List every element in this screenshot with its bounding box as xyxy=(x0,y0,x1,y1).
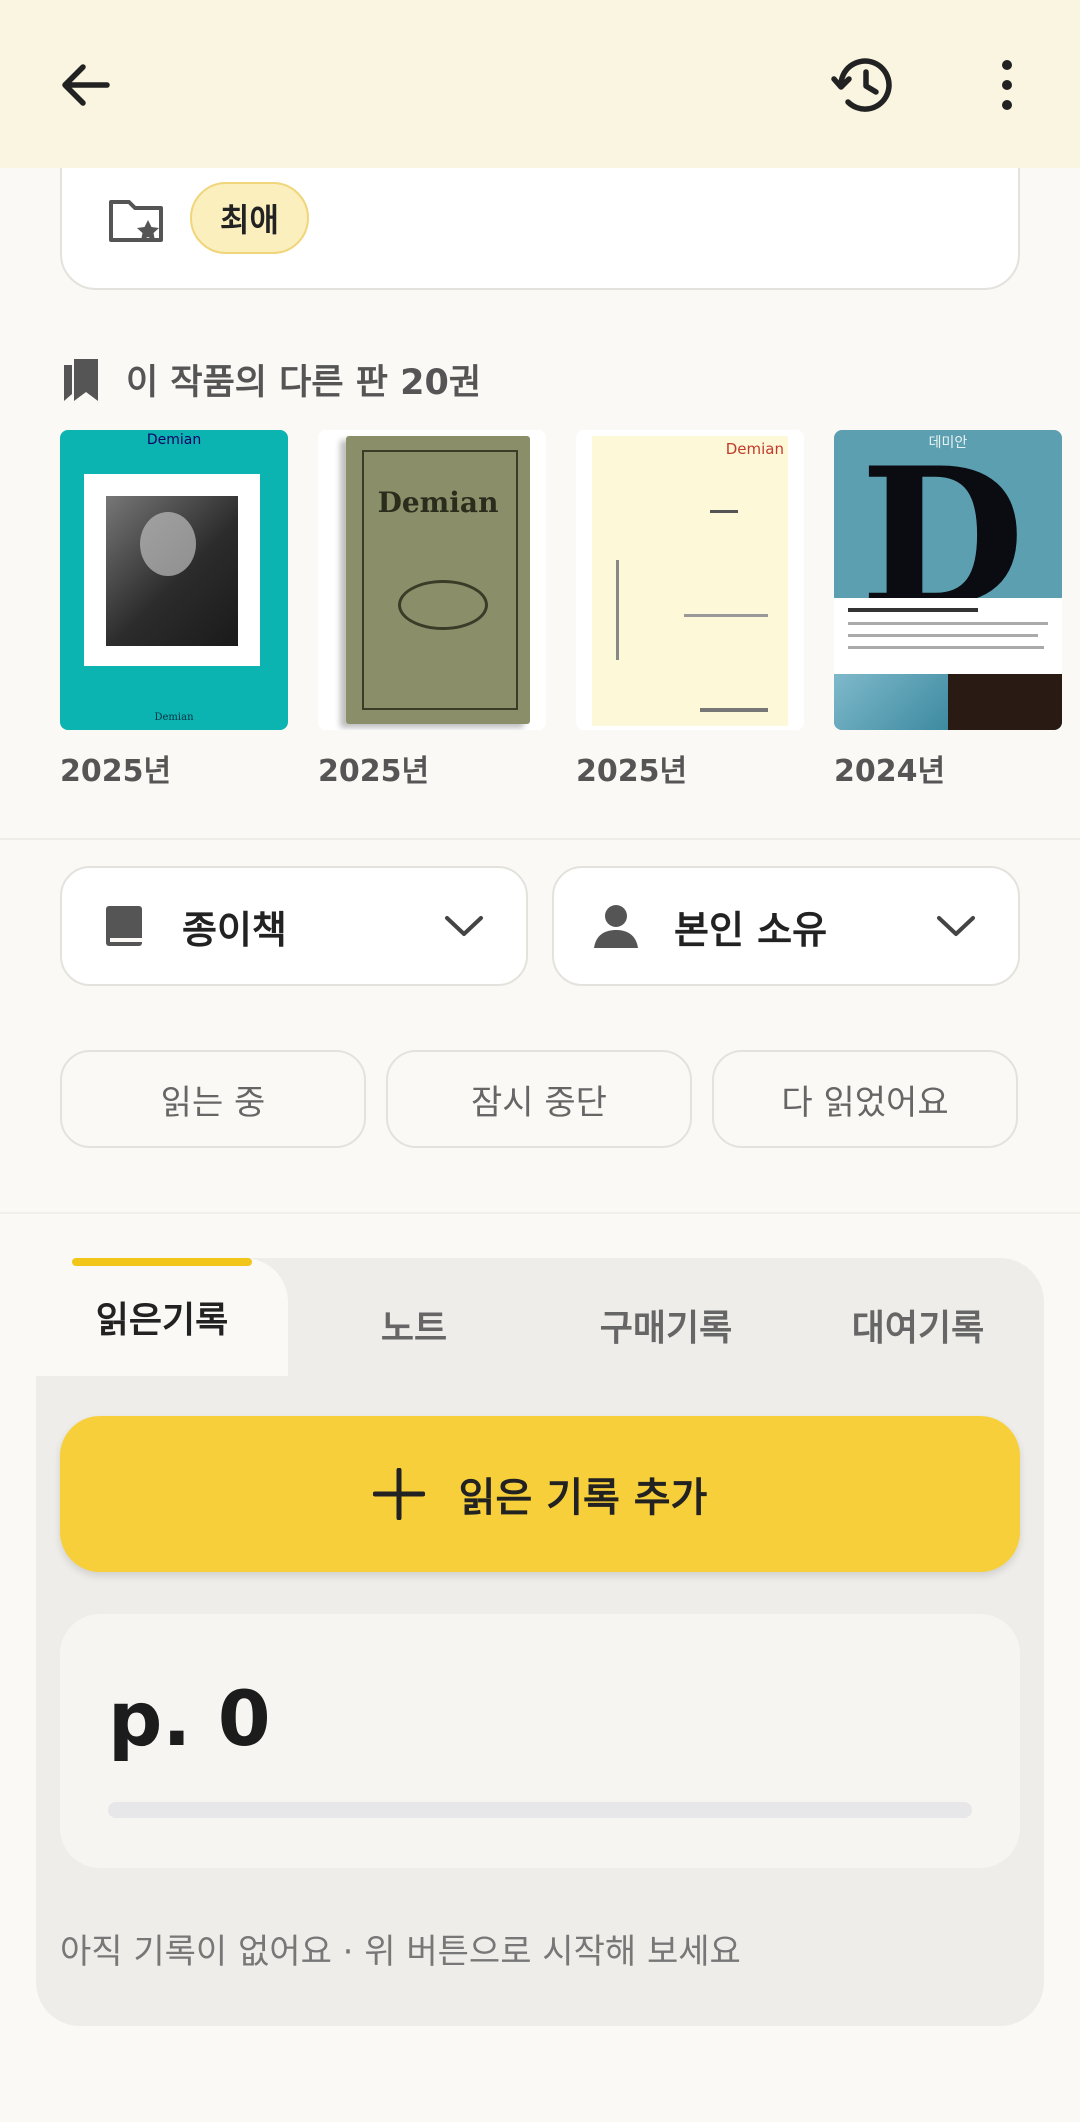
edition-year: 2025년 xyxy=(60,754,172,789)
section-divider xyxy=(0,1212,1080,1214)
back-button[interactable] xyxy=(40,40,130,130)
edition-item[interactable]: Demian 2025년 xyxy=(318,430,546,790)
plus-icon xyxy=(372,1468,425,1520)
editions-header: 이 작품의 다른 판 20권 xyxy=(62,354,481,405)
edition-cover-title: Demian xyxy=(146,432,202,448)
add-reading-record-label: 읽은 기록 추가 xyxy=(458,1475,708,1521)
folder-star-icon[interactable] xyxy=(108,194,164,244)
more-vertical-icon xyxy=(1002,60,1012,110)
tab-label: 읽은기록 xyxy=(95,1300,229,1341)
edition-item[interactable]: Demian 2025년 xyxy=(576,430,804,790)
status-paused-button[interactable]: 잠시 중단 xyxy=(386,1050,692,1148)
ownership-select[interactable]: 본인 소유 xyxy=(552,866,1020,986)
status-reading-button[interactable]: 읽는 중 xyxy=(60,1050,366,1148)
tab-notes[interactable]: 노트 xyxy=(288,1266,540,1384)
progress-bar xyxy=(108,1802,972,1818)
favorite-shelf-chip[interactable]: 최애 xyxy=(190,182,309,254)
edition-cover: Demian Demian xyxy=(60,430,288,730)
chevron-down-icon xyxy=(445,916,483,936)
bookmarks-icon xyxy=(64,358,98,401)
book-icon xyxy=(106,906,142,946)
editions-list: Demian Demian 2025년 Demian 2025년 Demian xyxy=(60,430,1080,790)
edition-item[interactable]: 데미안 D 2024년 xyxy=(834,430,1062,790)
edition-year: 2024년 xyxy=(834,754,946,789)
ownership-value: 본인 소유 xyxy=(674,907,828,952)
section-divider xyxy=(0,838,1080,840)
format-value: 종이책 xyxy=(182,907,287,952)
tab-purchase-records[interactable]: 구매기록 xyxy=(540,1266,792,1384)
edition-cover: 데미안 D xyxy=(834,430,1062,730)
more-button[interactable] xyxy=(962,40,1052,130)
edition-cover-title: Demian xyxy=(725,440,784,458)
chevron-down-icon xyxy=(937,916,975,936)
edition-cover: Demian xyxy=(318,430,546,730)
book-detail-screen: 최애 이 작품의 다른 판 20권 Demian Demian 2025년 De… xyxy=(0,0,1080,2122)
empty-state-message: 아직 기록이 없어요 · 위 버튼으로 시작해 보세요 xyxy=(60,1932,741,1972)
records-tabs: 읽은기록 노트 구매기록 대여기록 xyxy=(36,1258,1044,1376)
person-icon xyxy=(594,905,638,948)
page-progress-card: p. 0 xyxy=(60,1614,1020,1868)
history-button[interactable] xyxy=(818,40,908,130)
edition-item[interactable]: Demian Demian 2025년 xyxy=(60,430,288,790)
editions-title: 이 작품의 다른 판 20권 xyxy=(126,363,482,403)
tab-rental-records[interactable]: 대여기록 xyxy=(792,1266,1044,1384)
add-reading-record-button[interactable]: 읽은 기록 추가 xyxy=(60,1416,1020,1572)
edition-cover: Demian xyxy=(576,430,804,730)
history-icon xyxy=(831,58,892,112)
current-page: p. 0 xyxy=(108,1674,271,1763)
app-bar xyxy=(0,0,1080,168)
arrow-left-icon xyxy=(62,64,110,106)
status-finished-button[interactable]: 다 읽었어요 xyxy=(712,1050,1018,1148)
edition-year: 2025년 xyxy=(318,754,430,789)
format-select[interactable]: 종이책 xyxy=(60,866,528,986)
edition-cover-letter: D xyxy=(860,430,1025,649)
edition-cover-author: Demian xyxy=(154,712,194,723)
edition-cover-title: Demian xyxy=(377,486,499,519)
tab-reading-records[interactable]: 읽은기록 xyxy=(36,1258,288,1376)
edition-year: 2025년 xyxy=(576,754,688,789)
active-tab-indicator xyxy=(72,1258,252,1266)
